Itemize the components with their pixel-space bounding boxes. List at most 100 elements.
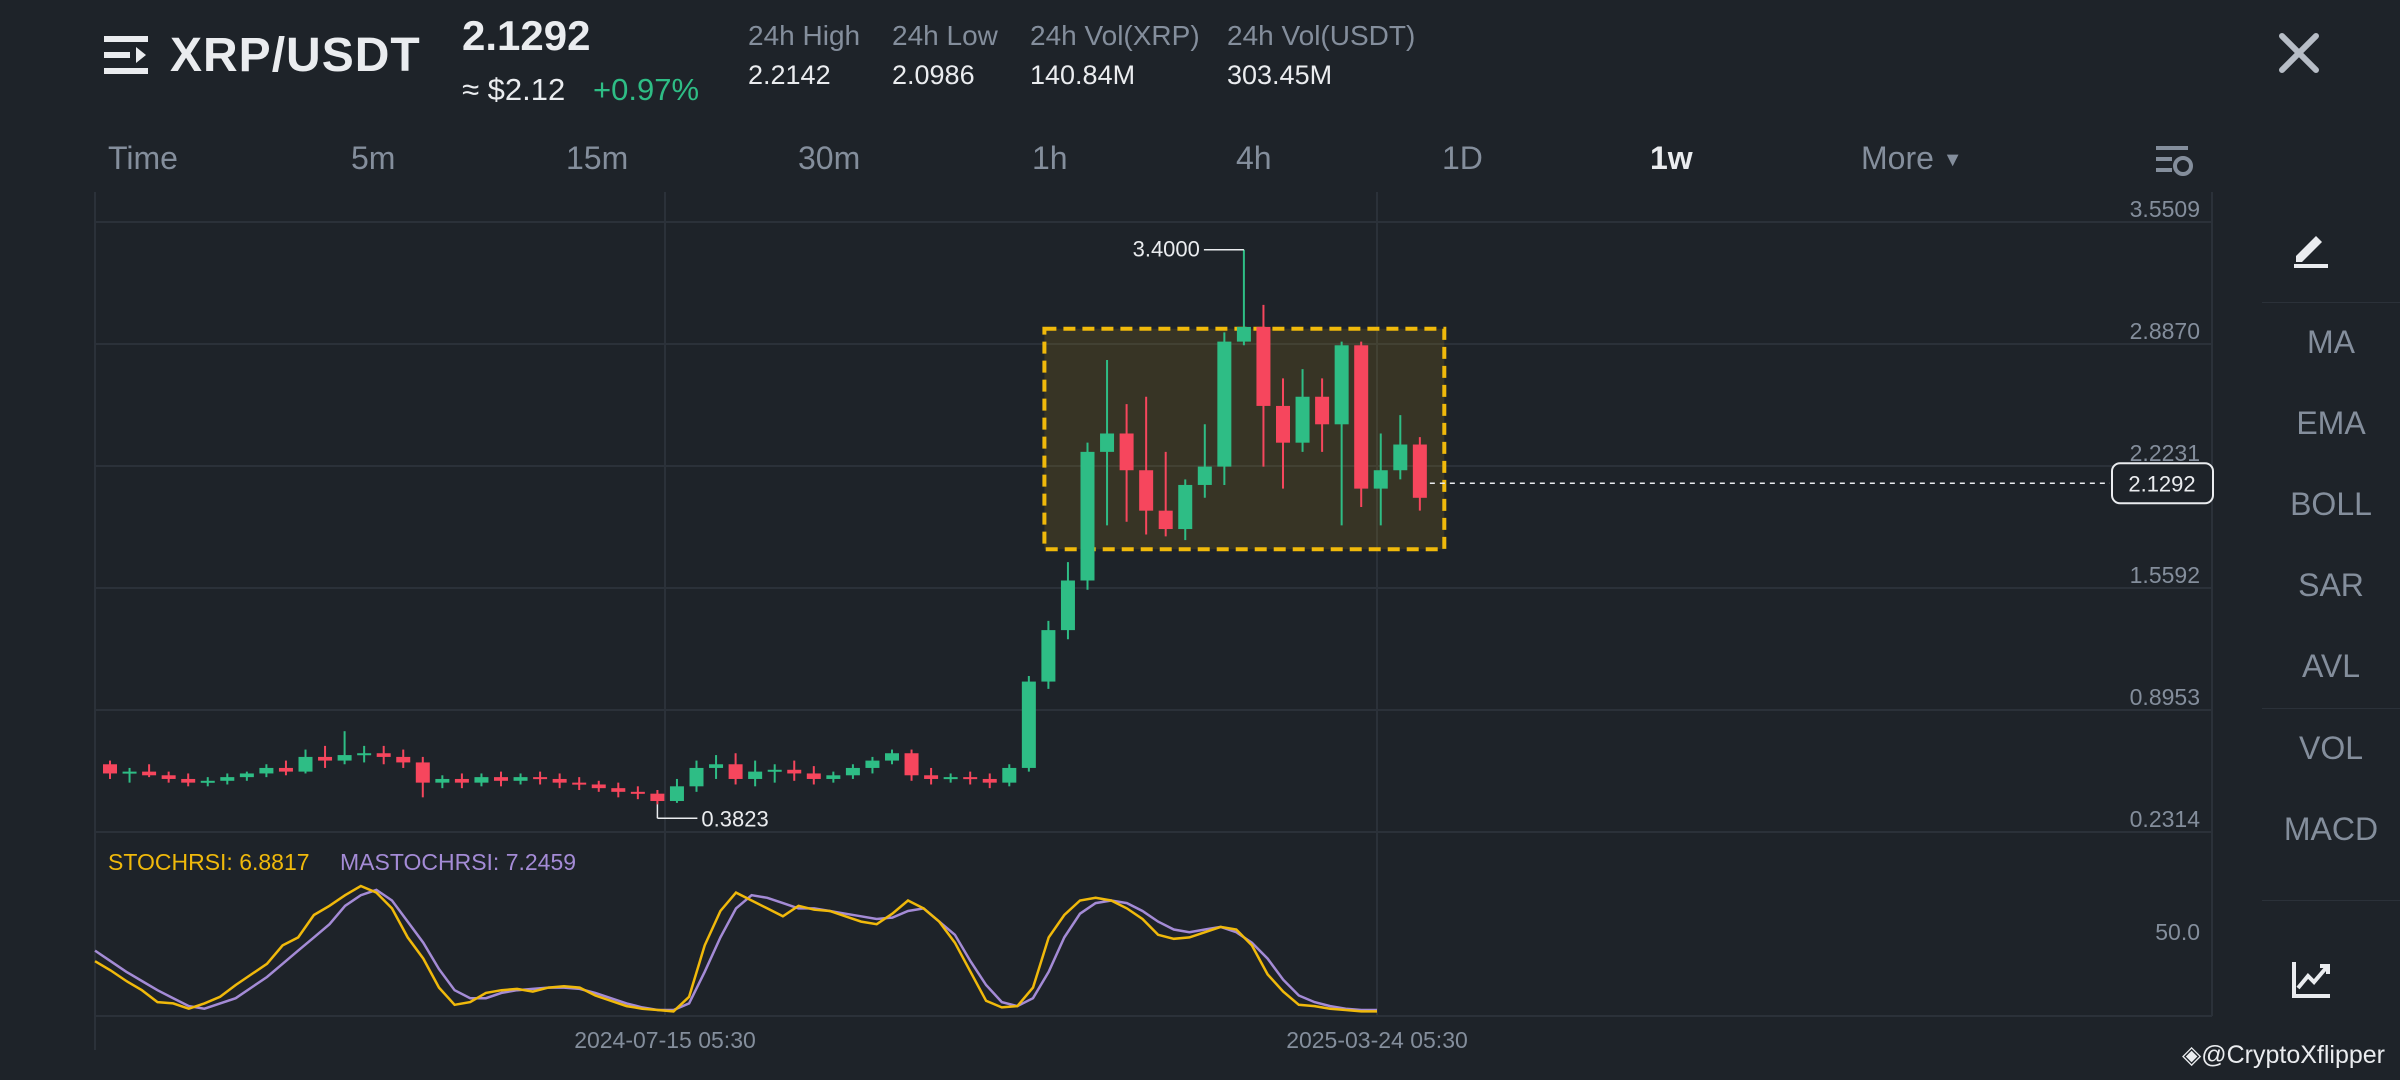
candle-body (728, 764, 743, 779)
interval-30m[interactable]: 30m (798, 140, 860, 177)
indicator-mid-label: 50.0 (2155, 919, 2200, 945)
panel-divider (2262, 708, 2400, 709)
stat-value-24h-high: 2.2142 (748, 60, 831, 90)
y-axis-label: 2.8870 (2130, 318, 2200, 344)
candle-body (1139, 470, 1154, 511)
x-axis-date-label: 2025-03-24 05:30 (1286, 1027, 1468, 1053)
candle-body (1080, 451, 1095, 581)
candle-body (357, 753, 372, 756)
usd-approx-price: ≈ $2.12 (462, 72, 566, 107)
stat-value-24h-vol-xrp: 140.84M (1030, 60, 1136, 90)
candle-body (239, 773, 254, 778)
chart-settings-icon[interactable] (2154, 142, 2194, 178)
candle-body (337, 755, 352, 761)
interval-1h[interactable]: 1h (1032, 140, 1068, 177)
candle-body (1276, 405, 1290, 443)
y-axis-label: 0.2314 (2130, 806, 2201, 832)
candle-body (689, 767, 704, 787)
panel-divider (2262, 900, 2400, 901)
candle-body (142, 771, 157, 776)
mastochrsi-line (94, 888, 1377, 1012)
current-price-tag: 2.1292 (2128, 471, 2195, 496)
candle-body (259, 767, 274, 774)
candle-body (1178, 484, 1193, 530)
more-label: More (1861, 140, 1934, 176)
candle-body (1002, 767, 1017, 783)
candle-body (161, 775, 176, 779)
candle-body (885, 753, 899, 761)
candle-body (650, 793, 665, 802)
candle-body (454, 778, 469, 783)
candle-body (1315, 396, 1330, 425)
candle-body (709, 764, 724, 768)
credit-text: @CryptoXflipper (2201, 1041, 2386, 1069)
candle-body (1412, 444, 1427, 498)
low-annotation: 0.3823 (701, 806, 768, 831)
indicator-macd[interactable]: MACD (2262, 811, 2400, 848)
candle-body (982, 778, 997, 783)
pair-title[interactable]: XRP/USDT (170, 28, 421, 83)
interval-4h[interactable]: 4h (1236, 140, 1272, 177)
candle-body (1158, 510, 1173, 530)
diamond-logo-icon: ◈ (2182, 1041, 2202, 1069)
stochrsi-line (94, 884, 1377, 1013)
stat-label-24h-low: 24h Low (892, 20, 998, 51)
candle-body (611, 788, 626, 792)
candle-body (122, 771, 137, 774)
interval-time[interactable]: Time (108, 140, 178, 177)
candle-body (826, 775, 841, 779)
candle-body (767, 769, 782, 772)
candle-body (200, 780, 215, 783)
interval-1w[interactable]: 1w (1650, 140, 1693, 177)
indicator-avl[interactable]: AVL (2262, 648, 2400, 685)
chart-type-icon[interactable] (2290, 958, 2332, 1000)
candle-body (1373, 470, 1388, 489)
candle-body (591, 784, 606, 789)
candle-body (572, 782, 587, 785)
candle-body (1041, 630, 1056, 682)
price-change-percent: +0.97% (593, 72, 700, 107)
indicator-ma[interactable]: MA (2262, 324, 2400, 361)
candle-body (415, 762, 430, 783)
menu-icon[interactable] (104, 34, 152, 76)
interval-1d[interactable]: 1D (1442, 140, 1483, 177)
candle-body (181, 778, 196, 783)
candle-body (963, 777, 978, 780)
candle-body (630, 791, 645, 794)
interval-more[interactable]: More ▼ (1861, 140, 1963, 177)
high-annotation: 3.4000 (1133, 237, 1200, 262)
candle-body (845, 767, 860, 776)
candle-body (1354, 345, 1369, 489)
candle-body (103, 764, 117, 774)
candle-body (806, 773, 821, 779)
candle-body (474, 777, 489, 783)
candle-body (220, 777, 235, 781)
indicator-panel: MA EMA BOLL SAR AVL VOL MACD (2262, 200, 2400, 1080)
candle-body (1197, 466, 1212, 485)
candle-body (278, 767, 293, 772)
panel-divider (2262, 302, 2400, 303)
candle-body (1119, 433, 1134, 471)
candle-body (1217, 341, 1232, 467)
candle-body (1021, 681, 1036, 768)
interval-15m[interactable]: 15m (566, 140, 628, 177)
interval-5m[interactable]: 5m (351, 140, 395, 177)
indicator-boll[interactable]: BOLL (2262, 486, 2400, 523)
x-axis-date-label: 2024-07-15 05:30 (574, 1027, 756, 1053)
candle-body (943, 777, 958, 780)
candle-body (1393, 444, 1408, 471)
candle-body (669, 786, 684, 802)
candle-body (396, 756, 411, 763)
indicator-vol[interactable]: VOL (2262, 730, 2400, 767)
candle-body (513, 777, 528, 781)
indicator-sar[interactable]: SAR (2262, 567, 2400, 604)
close-icon[interactable] (2276, 30, 2322, 76)
candle-body (1100, 433, 1115, 452)
candle-body (1334, 345, 1349, 425)
y-axis-label: 1.5592 (2130, 562, 2200, 588)
stat-value-24h-vol-usdt: 303.45M (1227, 60, 1333, 90)
candle-body (904, 753, 919, 776)
stochrsi-label: STOCHRSI: 6.8817 (108, 849, 310, 875)
indicator-ema[interactable]: EMA (2262, 405, 2400, 442)
candle-body (748, 771, 763, 779)
